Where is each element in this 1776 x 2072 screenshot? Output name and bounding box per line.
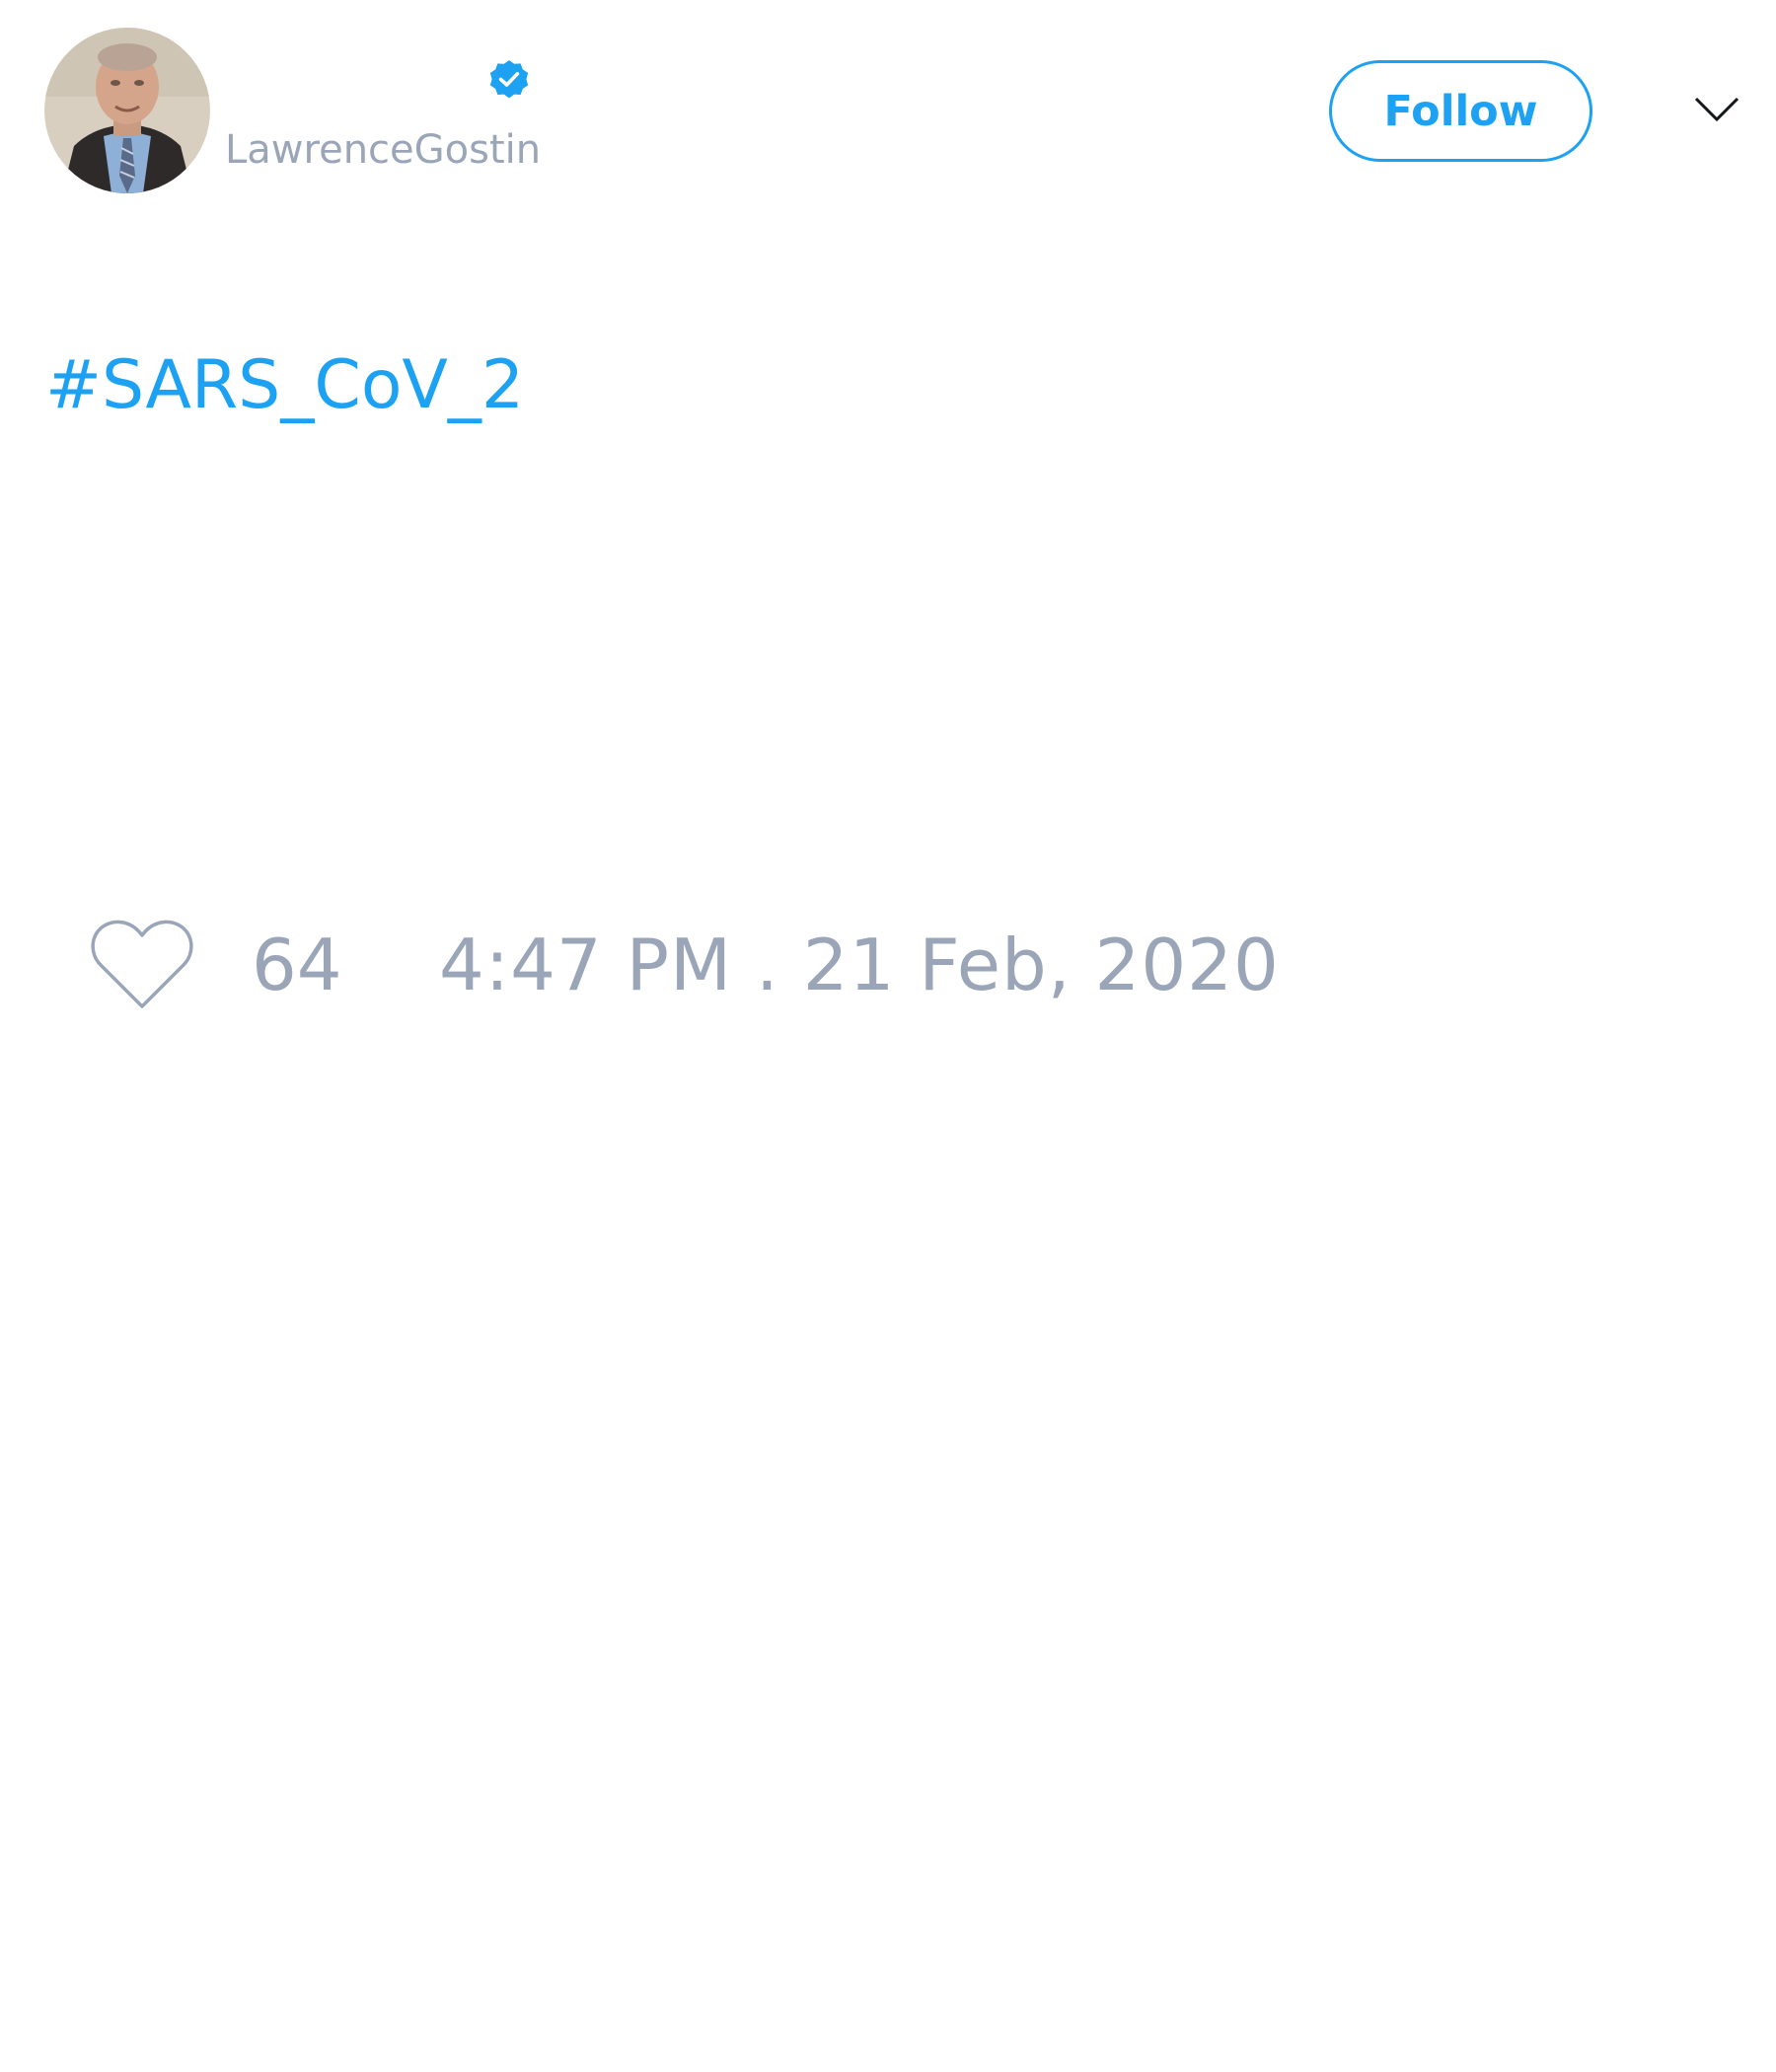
follow-button[interactable]: Follow (1329, 60, 1592, 162)
verified-badge-icon (489, 60, 529, 99)
like-count: 64 (252, 924, 342, 1006)
avatar-photo (44, 28, 210, 193)
tweet-timestamp[interactable]: 4:47 PM . 21 Feb, 2020 (439, 923, 1280, 1007)
hashtag-link[interactable]: #SARS_CoV_2 (45, 346, 524, 424)
chevron-down-icon[interactable] (1693, 95, 1740, 124)
author-avatar[interactable] (44, 28, 210, 193)
heart-outline-icon[interactable] (89, 918, 195, 1012)
author-handle[interactable]: LawrenceGostin (225, 126, 541, 174)
tweet-text: #SARS_CoV_2 (45, 343, 524, 428)
